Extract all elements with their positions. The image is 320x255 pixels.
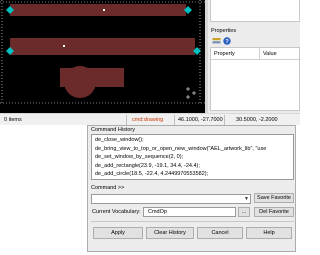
browse-vocabulary-button[interactable]: ... (238, 207, 250, 217)
properties-table-header: Property Value (211, 48, 299, 60)
column-header-property[interactable]: Property (214, 51, 235, 57)
command-history-label: Command History (91, 127, 136, 133)
vocabulary-label: Current Vocabulary: (92, 209, 141, 215)
properties-toolbar: ? (210, 36, 300, 46)
properties-title: Properties (211, 28, 237, 34)
command-label: Command >> (91, 185, 125, 191)
shape-rectangle-selected[interactable] (10, 38, 195, 55)
del-favorite-button[interactable]: Del Favorite (254, 207, 294, 217)
status-divider (224, 115, 225, 125)
status-bar: 0 items cmd:drawing 46.1000, -27.7000 30… (0, 113, 300, 125)
origin-marker (186, 87, 196, 99)
command-history-list[interactable]: de_close_window(); de_bring_view_to_top_… (91, 134, 294, 180)
selection-center-marker (103, 9, 105, 11)
save-favorite-button[interactable]: Save Favorite (254, 193, 294, 203)
column-divider[interactable] (259, 48, 260, 60)
dialog-separator (91, 221, 294, 222)
selection-center-marker (63, 45, 65, 47)
cancel-button[interactable]: Cancel (197, 227, 243, 239)
shape-circle[interactable] (64, 66, 96, 98)
properties-table[interactable]: Property Value (210, 47, 300, 111)
apply-button[interactable]: Apply (93, 227, 143, 239)
command-input[interactable]: ▼ (91, 194, 251, 204)
history-line[interactable]: de_add_rectangle(23.9, -19.1, 34.4, -24.… (95, 163, 200, 169)
canvas-drawing[interactable] (0, 0, 205, 113)
vocabulary-value: CmdOp (148, 209, 167, 215)
shape-rectangle-top[interactable] (10, 4, 186, 16)
sort-icon[interactable] (212, 37, 221, 45)
layout-canvas[interactable] (0, 0, 205, 113)
vocabulary-input[interactable]: CmdOp (143, 207, 236, 217)
panel-top-area (210, 0, 300, 22)
history-line[interactable]: de_bring_view_to_top_or_open_new_window(… (95, 146, 266, 152)
column-header-value[interactable]: Value (263, 51, 277, 57)
help-icon[interactable]: ? (223, 37, 231, 45)
status-command: cmd:drawing (132, 117, 164, 123)
history-line[interactable]: de_close_window(); (95, 137, 144, 143)
status-cursor-position: 46.1000, -27.7000 (178, 117, 223, 123)
status-divider (126, 115, 127, 125)
status-item-count: 0 items (4, 117, 22, 123)
history-line[interactable]: de_add_circle(18.5, -22.4, 4.24499705535… (95, 171, 208, 177)
chevron-down-icon[interactable]: ▼ (244, 196, 249, 202)
help-button[interactable]: Help (246, 227, 292, 239)
status-coordinates: 30.5000, -2.2000 (236, 117, 278, 123)
history-line[interactable]: de_set_window_by_sequence(2, 0); (95, 154, 183, 160)
clear-history-button[interactable]: Clear History (146, 227, 194, 239)
status-divider (174, 115, 175, 125)
